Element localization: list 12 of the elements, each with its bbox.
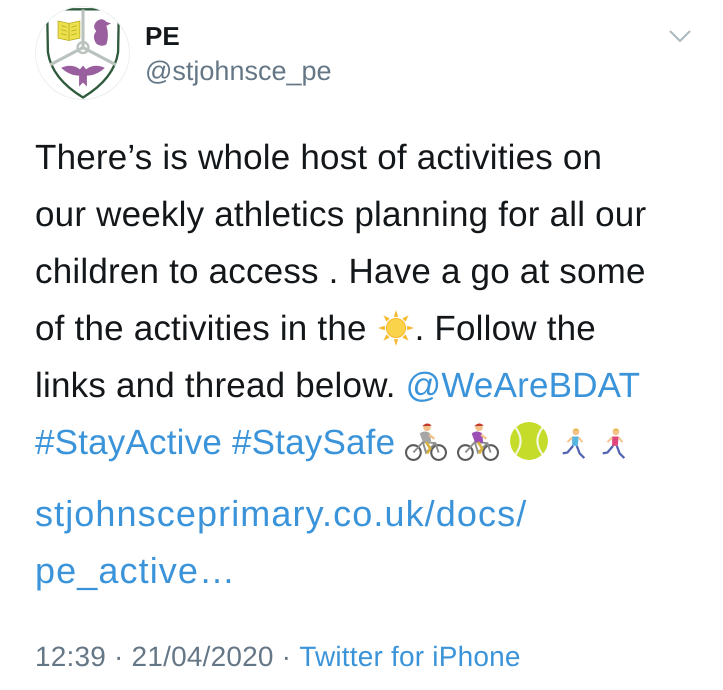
url-link[interactable]: stjohnsceprimary.co.uk/docs/ pe_active… [35,485,528,599]
cyclist-icon [405,421,448,461]
hashtag-link[interactable]: #StaySafe [232,423,396,462]
display-name: PE [145,20,180,52]
cyclist-icon [457,421,500,461]
user-handle: @stjohnsce_pe [145,55,332,88]
sun-icon [376,309,415,347]
source-link[interactable]: Twitter for iPhone [299,640,521,674]
timestamp: 12:39 · 21/04/2020 · [35,640,292,674]
hashtag-link[interactable]: #StayActive [35,423,222,462]
tennis-ball-icon [509,421,550,461]
mention-link[interactable]: @WeAreBDAT [406,366,640,405]
